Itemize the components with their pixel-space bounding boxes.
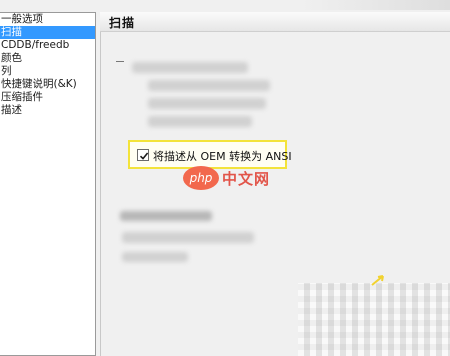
php-cn-watermark: php 中文网 <box>183 166 277 192</box>
blurred-option <box>148 116 252 127</box>
watermark-text: 中文网 <box>222 170 271 188</box>
blurred-option <box>122 252 188 262</box>
blurred-option <box>148 98 266 109</box>
oem-to-ansi-label[interactable]: 将描述从 OEM 转换为 ANSI <box>153 148 292 164</box>
blurred-group-title <box>120 211 212 221</box>
nav-item-colors[interactable]: 颜色 <box>0 52 95 65</box>
panel-header: 扫描 <box>100 12 450 32</box>
nav-item-columns[interactable]: 列 <box>0 65 95 78</box>
blurred-option <box>122 232 254 243</box>
checkmark-icon <box>139 152 149 160</box>
window-top-edge <box>300 0 450 10</box>
watermark-badge: php <box>183 166 219 190</box>
nav-item-shortcuts[interactable]: 快捷键说明(&K) <box>0 78 95 91</box>
panel-title: 扫描 <box>109 16 136 30</box>
arrow-icon <box>371 275 384 286</box>
nav-item-general[interactable]: 一般选项 <box>0 13 95 26</box>
nav-item-scan[interactable]: 扫描 <box>0 26 95 39</box>
nav-item-description[interactable]: 描述 <box>0 104 95 117</box>
options-dialog: 一般选项 扫描 CDDB/freedb 颜色 列 快捷键说明(&K) 压缩插件 … <box>0 0 450 356</box>
pixelated-region <box>298 283 450 356</box>
oem-to-ansi-checkbox[interactable] <box>137 149 149 161</box>
group-separator <box>116 61 124 62</box>
blurred-option <box>148 80 270 91</box>
blurred-option <box>132 62 248 73</box>
nav-item-cddb[interactable]: CDDB/freedb <box>0 39 95 52</box>
options-category-list[interactable]: 一般选项 扫描 CDDB/freedb 颜色 列 快捷键说明(&K) 压缩插件 … <box>0 12 96 356</box>
nav-item-compression-plugins[interactable]: 压缩插件 <box>0 91 95 104</box>
